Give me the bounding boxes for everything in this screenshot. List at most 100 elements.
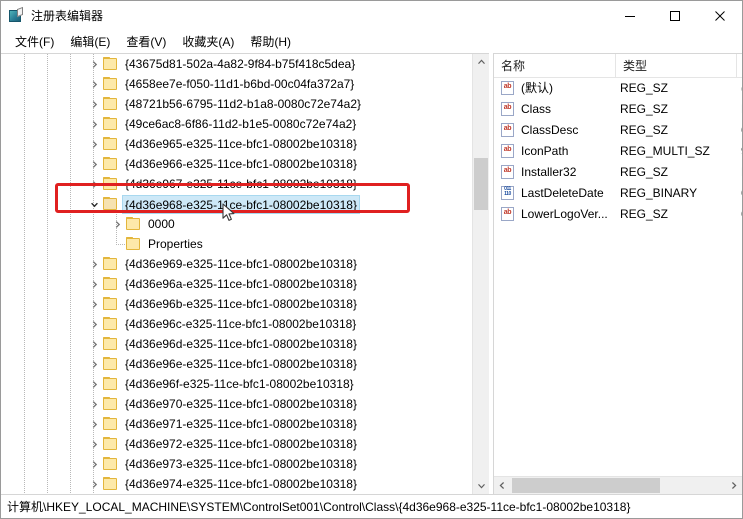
value-name: Installer32 bbox=[521, 165, 577, 179]
tree-item[interactable]: {4d36e973-e325-11ce-bfc1-08002be10318} bbox=[1, 454, 472, 474]
scroll-left-arrow[interactable] bbox=[494, 477, 511, 494]
tree-item[interactable]: {4d36e96d-e325-11ce-bfc1-08002be10318} bbox=[1, 334, 472, 354]
string-value-icon: ab bbox=[500, 207, 516, 222]
registry-tree-viewport[interactable]: {43675d81-502a-4a82-9f84-b75f418c5dea} {4… bbox=[1, 54, 472, 494]
scroll-right-arrow[interactable] bbox=[725, 477, 742, 494]
folder-icon bbox=[102, 257, 118, 271]
window-title: 注册表编辑器 bbox=[31, 9, 104, 23]
tree-item-label: {4d36e967-e325-11ce-bfc1-08002be10318} bbox=[125, 177, 357, 191]
tree-item[interactable]: {4d36e966-e325-11ce-bfc1-08002be10318} bbox=[1, 154, 472, 174]
string-value-icon: ab bbox=[500, 123, 516, 138]
tree-item[interactable]: {4d36e96c-e325-11ce-bfc1-08002be10318} bbox=[1, 314, 472, 334]
tree-item-label: {4d36e96a-e325-11ce-bfc1-08002be10318} bbox=[125, 277, 357, 291]
folder-icon bbox=[102, 277, 118, 291]
chevron-right-icon[interactable] bbox=[86, 154, 102, 174]
chevron-right-icon[interactable] bbox=[86, 294, 102, 314]
chevron-right-icon[interactable] bbox=[86, 54, 102, 74]
chevron-right-icon[interactable] bbox=[86, 94, 102, 114]
chevron-right-icon[interactable] bbox=[86, 174, 102, 194]
folder-icon bbox=[102, 437, 118, 451]
tree-item[interactable]: {4d36e974-e325-11ce-bfc1-08002be10318} bbox=[1, 474, 472, 494]
menu-help[interactable]: 帮助(H) bbox=[242, 32, 299, 52]
chevron-right-icon[interactable] bbox=[86, 394, 102, 414]
value-row[interactable]: 011110 LastDeleteDate REG_BINARY 6 bbox=[494, 183, 742, 204]
folder-icon bbox=[102, 57, 118, 71]
maximize-button[interactable] bbox=[652, 1, 697, 31]
value-row[interactable]: ab ClassDesc REG_SZ 6 bbox=[494, 120, 742, 141]
value-row[interactable]: ab Class REG_SZ D bbox=[494, 99, 742, 120]
tree-item[interactable]: {4d36e969-e325-11ce-bfc1-08002be10318} bbox=[1, 254, 472, 274]
tree-item-label: {4658ee7e-f050-11d1-b6bd-00c04fa372a7} bbox=[125, 77, 355, 91]
folder-icon bbox=[102, 157, 118, 171]
chevron-right-icon[interactable] bbox=[86, 454, 102, 474]
chevron-right-icon[interactable] bbox=[86, 134, 102, 154]
chevron-right-icon[interactable] bbox=[86, 434, 102, 454]
tree-item[interactable]: {4658ee7e-f050-11d1-b6bd-00c04fa372a7} bbox=[1, 74, 472, 94]
hscroll-thumb[interactable] bbox=[512, 478, 660, 493]
chevron-right-icon[interactable] bbox=[86, 474, 102, 494]
tree-item[interactable]: {4d36e965-e325-11ce-bfc1-08002be10318} bbox=[1, 134, 472, 154]
tree-item[interactable]: {48721b56-6795-11d2-b1a8-0080c72e74a2} bbox=[1, 94, 472, 114]
tree-item[interactable]: {4d36e971-e325-11ce-bfc1-08002be10318} bbox=[1, 414, 472, 434]
folder-icon bbox=[102, 417, 118, 431]
chevron-right-icon[interactable] bbox=[86, 114, 102, 134]
menu-edit[interactable]: 编辑(E) bbox=[62, 32, 118, 52]
chevron-right-icon[interactable] bbox=[86, 74, 102, 94]
chevron-right-icon[interactable] bbox=[86, 374, 102, 394]
value-row[interactable]: ab IconPath REG_MULTI_SZ 9 bbox=[494, 141, 742, 162]
menu-favorites[interactable]: 收藏夹(A) bbox=[174, 32, 242, 52]
tree-item[interactable]: 0000 bbox=[1, 214, 472, 234]
value-row[interactable]: ab (默认) REG_SZ ( bbox=[494, 78, 742, 99]
scroll-up-arrow[interactable] bbox=[473, 54, 489, 71]
tree-item-label: {4d36e972-e325-11ce-bfc1-08002be10318} bbox=[125, 437, 357, 451]
tree-item-label: {4d36e970-e325-11ce-bfc1-08002be10318} bbox=[125, 397, 357, 411]
tree-item-label: {4d36e971-e325-11ce-bfc1-08002be10318} bbox=[125, 417, 357, 431]
tree-item[interactable]: {4d36e967-e325-11ce-bfc1-08002be10318} bbox=[1, 174, 472, 194]
folder-icon bbox=[102, 117, 118, 131]
tree-item[interactable]: {4d36e96e-e325-11ce-bfc1-08002be10318} bbox=[1, 354, 472, 374]
tree-vertical-scrollbar[interactable] bbox=[472, 54, 489, 494]
tree-item[interactable]: {4d36e972-e325-11ce-bfc1-08002be10318} bbox=[1, 434, 472, 454]
tree-item[interactable]: {4d36e970-e325-11ce-bfc1-08002be10318} bbox=[1, 394, 472, 414]
tree-item[interactable]: Properties bbox=[1, 234, 472, 254]
tree-item[interactable]: {4d36e96a-e325-11ce-bfc1-08002be10318} bbox=[1, 274, 472, 294]
chevron-right-icon[interactable] bbox=[86, 314, 102, 334]
value-row[interactable]: ab LowerLogoVer... REG_SZ 6 bbox=[494, 204, 742, 225]
chevron-down-icon[interactable] bbox=[86, 194, 102, 214]
folder-icon bbox=[102, 77, 118, 91]
menu-file[interactable]: 文件(F) bbox=[7, 32, 62, 52]
chevron-right-icon[interactable] bbox=[86, 414, 102, 434]
tree-item-label: {4d36e965-e325-11ce-bfc1-08002be10318} bbox=[125, 137, 357, 151]
value-row[interactable]: ab Installer32 REG_SZ D bbox=[494, 162, 742, 183]
tree-item[interactable]: {49ce6ac8-6f86-11d2-b1e5-0080c72e74a2} bbox=[1, 114, 472, 134]
tree-item[interactable]: {4d36e96f-e325-11ce-bfc1-08002be10318} bbox=[1, 374, 472, 394]
current-key-path: 计算机\HKEY_LOCAL_MACHINE\SYSTEM\ControlSet… bbox=[7, 500, 631, 514]
menu-view[interactable]: 查看(V) bbox=[118, 32, 174, 52]
minimize-button[interactable] bbox=[607, 1, 652, 31]
tree-item[interactable]: {4d36e968-e325-11ce-bfc1-08002be10318} bbox=[1, 194, 472, 214]
registry-values-pane: 名称 类型 数据 ab (默认) REG_SZ (ab Class REG_SZ Dab Cl… bbox=[493, 53, 742, 494]
tree-item[interactable]: {4d36e96b-e325-11ce-bfc1-08002be10318} bbox=[1, 294, 472, 314]
column-header-data[interactable]: 数据 bbox=[737, 54, 742, 77]
chevron-right-icon[interactable] bbox=[86, 254, 102, 274]
scroll-down-arrow[interactable] bbox=[473, 477, 489, 494]
value-name: IconPath bbox=[521, 144, 569, 158]
tree-item-label: {4d36e96d-e325-11ce-bfc1-08002be10318} bbox=[125, 337, 357, 351]
folder-icon bbox=[102, 197, 118, 211]
tree-item-label: {4d36e966-e325-11ce-bfc1-08002be10318} bbox=[125, 157, 357, 171]
values-horizontal-scrollbar[interactable] bbox=[494, 476, 742, 494]
close-button[interactable] bbox=[697, 1, 742, 31]
tree-item[interactable]: {43675d81-502a-4a82-9f84-b75f418c5dea} bbox=[1, 54, 472, 74]
column-header-name[interactable]: 名称 bbox=[494, 54, 616, 77]
folder-icon bbox=[102, 357, 118, 371]
string-value-icon: ab bbox=[500, 144, 516, 159]
folder-icon bbox=[125, 237, 141, 251]
value-name: ClassDesc bbox=[521, 123, 579, 137]
chevron-right-icon[interactable] bbox=[86, 274, 102, 294]
chevron-right-icon[interactable] bbox=[86, 354, 102, 374]
chevron-right-icon[interactable] bbox=[109, 214, 125, 234]
column-header-type[interactable]: 类型 bbox=[616, 54, 737, 77]
scroll-thumb[interactable] bbox=[474, 158, 488, 210]
registry-tree-pane: {43675d81-502a-4a82-9f84-b75f418c5dea} {4… bbox=[1, 53, 489, 494]
chevron-right-icon[interactable] bbox=[86, 334, 102, 354]
